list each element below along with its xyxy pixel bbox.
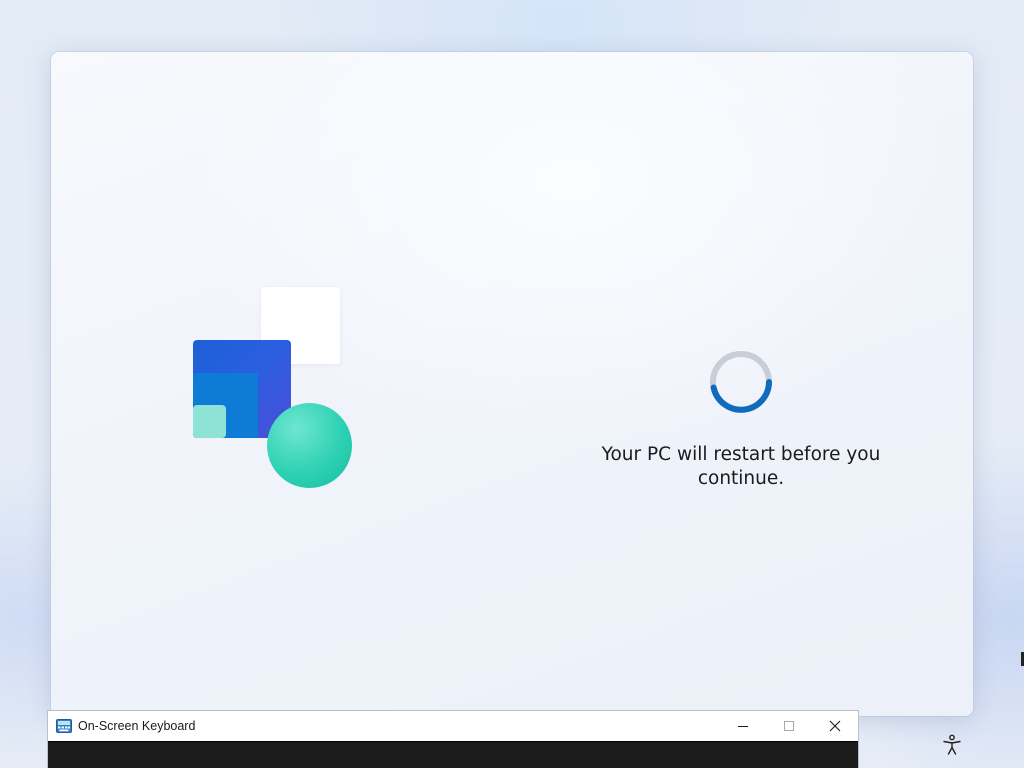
osk-titlebar[interactable]: On-Screen Keyboard xyxy=(48,711,858,741)
setup-card: Your PC will restart before you continue… xyxy=(51,52,973,716)
maximize-icon xyxy=(784,721,794,731)
keyboard-app-icon xyxy=(56,719,72,733)
on-screen-keyboard-window[interactable]: On-Screen Keyboard xyxy=(47,710,859,768)
minimize-button[interactable] xyxy=(720,711,766,741)
maximize-button[interactable] xyxy=(766,711,812,741)
close-button[interactable] xyxy=(812,711,858,741)
illustration-teal-circle xyxy=(267,403,352,488)
windows-setup-illustration xyxy=(192,287,362,497)
osk-window-title: On-Screen Keyboard xyxy=(78,719,196,733)
close-icon xyxy=(829,720,841,732)
window-controls xyxy=(720,711,858,741)
osk-keyboard-area[interactable] xyxy=(48,741,858,768)
loading-spinner-icon xyxy=(708,349,774,415)
desktop-background: Your PC will restart before you continue… xyxy=(0,0,1024,768)
accessibility-icon[interactable] xyxy=(942,734,962,756)
restart-status-message: Your PC will restart before you continue… xyxy=(601,444,881,489)
illustration-teal-square xyxy=(193,405,226,438)
minimize-icon xyxy=(738,726,748,727)
